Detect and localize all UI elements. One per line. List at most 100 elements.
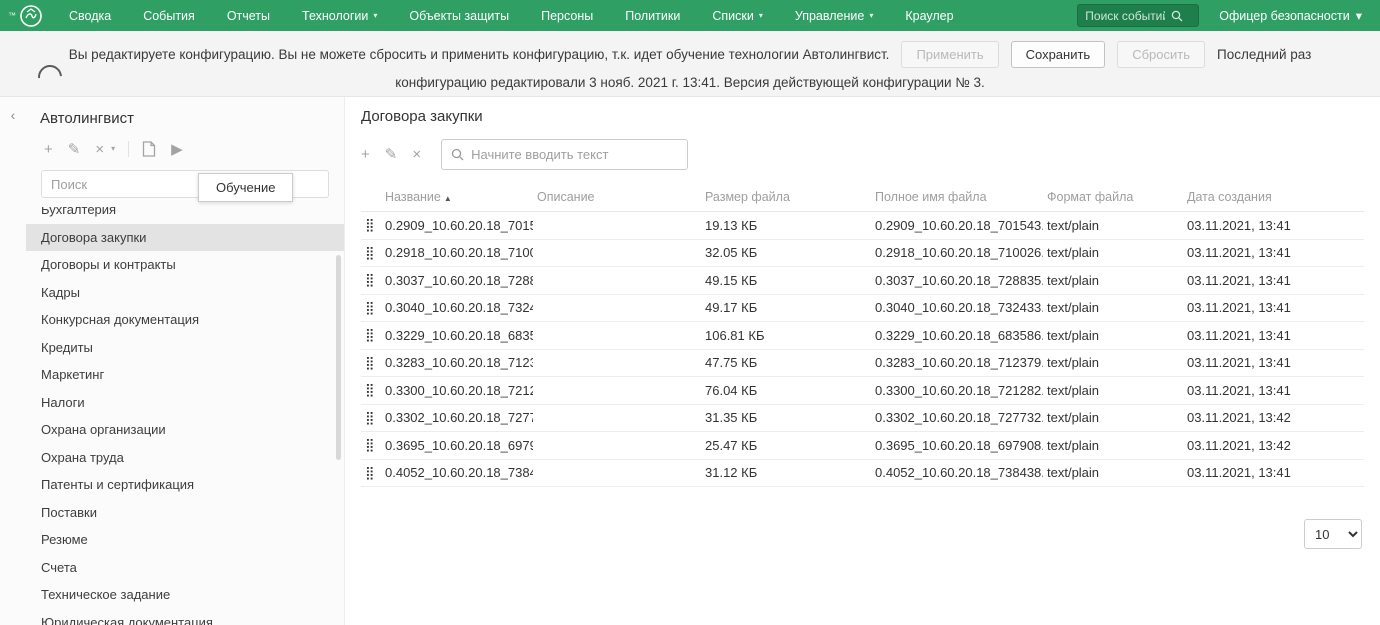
drag-handle-icon[interactable]: ⣿ — [361, 266, 381, 295]
cell-created: 03.11.2021, 13:41 — [1183, 321, 1364, 350]
sidebar-category-item[interactable]: Кадры — [26, 279, 344, 307]
table-row[interactable]: ⣿ 0.3040_10.60.20.18_7324 49.17 КБ 0.304… — [361, 294, 1364, 322]
table-row[interactable]: ⣿ 0.2918_10.60.20.18_7100 32.05 КБ 0.291… — [361, 239, 1364, 267]
sidebar-category-item[interactable]: Охрана труда — [26, 444, 344, 472]
drag-handle-icon[interactable]: ⣿ — [361, 239, 381, 267]
collapse-sidebar-button[interactable]: ‹ — [0, 97, 26, 625]
sidebar: Автолингвист + ✎ × ▾ ▶ Обучение Бухгалте… — [26, 97, 344, 625]
events-search-input[interactable] — [1085, 8, 1166, 23]
sidebar-category-item[interactable]: Резюме — [26, 526, 344, 554]
delete-icon[interactable]: × — [412, 147, 421, 162]
edit-icon[interactable]: ✎ — [385, 147, 398, 162]
cell-description — [533, 294, 701, 322]
sidebar-category-item[interactable]: Договоры и контракты — [26, 251, 344, 279]
sidebar-category-item[interactable]: Кредиты — [26, 334, 344, 362]
tm-mark: ™ — [8, 11, 16, 20]
sidebar-scrollbar[interactable] — [336, 255, 341, 460]
sidebar-category-item[interactable]: Маркетинг — [26, 361, 344, 389]
app-logo[interactable]: ™ — [0, 0, 53, 31]
cell-name: 0.3302_10.60.20.18_7277 — [381, 404, 533, 432]
table-search[interactable] — [441, 139, 689, 170]
config-banner: Вы редактируете конфигурацию. Вы не може… — [0, 31, 1380, 97]
nav-item[interactable]: Отчеты — [211, 0, 286, 31]
cell-name: 0.3229_10.60.20.18_6835 — [381, 321, 533, 350]
cell-description — [533, 266, 701, 295]
cell-created: 03.11.2021, 13:41 — [1183, 211, 1364, 240]
table-row[interactable]: ⣿ 0.3283_10.60.20.18_7123 47.75 КБ 0.328… — [361, 349, 1364, 377]
nav-item[interactable]: Сводка — [53, 0, 127, 31]
nav-item[interactable]: Политики — [609, 0, 696, 31]
document-icon[interactable] — [142, 141, 156, 157]
nav-item[interactable]: Персоны — [525, 0, 609, 31]
table-row[interactable]: ⣿ 0.3695_10.60.20.18_6979 25.47 КБ 0.369… — [361, 431, 1364, 460]
cell-full-name: 0.3302_10.60.20.18_727732. — [871, 404, 1043, 432]
events-search[interactable] — [1077, 4, 1200, 27]
drag-handle-icon[interactable]: ⣿ — [361, 211, 381, 240]
column-header-format[interactable]: Формат файла — [1043, 183, 1183, 212]
drag-handle-icon[interactable]: ⣿ — [361, 431, 381, 460]
column-header-name[interactable]: Название ▲ — [381, 183, 533, 212]
sidebar-category-item[interactable]: Техническое задание — [26, 581, 344, 609]
chevron-down-icon: ▾ — [869, 11, 874, 20]
cell-created: 03.11.2021, 13:41 — [1183, 349, 1364, 377]
delete-icon[interactable]: × — [95, 142, 104, 157]
cell-format: text/plain — [1043, 376, 1183, 405]
training-tooltip: Обучение — [198, 173, 294, 202]
cell-full-name: 0.3300_10.60.20.18_721282. — [871, 376, 1043, 405]
cell-format: text/plain — [1043, 404, 1183, 432]
table-row[interactable]: ⣿ 0.3037_10.60.20.18_7288 49.15 КБ 0.303… — [361, 266, 1364, 295]
drag-handle-icon[interactable]: ⣿ — [361, 459, 381, 487]
table-row[interactable]: ⣿ 0.2909_10.60.20.18_7015 19.13 КБ 0.290… — [361, 211, 1364, 240]
sidebar-category-item[interactable]: Конкурсная документация — [26, 306, 344, 334]
sidebar-category-item[interactable]: Патенты и сертификация — [26, 471, 344, 499]
drag-handle-icon[interactable]: ⣿ — [361, 376, 381, 405]
banner-last-label: Последний раз — [1217, 47, 1312, 62]
column-header-created[interactable]: Дата создания — [1183, 183, 1364, 212]
drag-handle-icon[interactable]: ⣿ — [361, 349, 381, 377]
page-size-select[interactable]: 10 — [1304, 519, 1362, 549]
cell-description — [533, 321, 701, 350]
nav-item[interactable]: Списки ▾ — [696, 0, 779, 31]
cell-size: 49.17 КБ — [701, 294, 871, 322]
cell-full-name: 0.3040_10.60.20.18_732433. — [871, 294, 1043, 322]
nav-right: Офицер безопасности ▾ — [1077, 0, 1380, 31]
table-row[interactable]: ⣿ 0.3229_10.60.20.18_6835 106.81 КБ 0.32… — [361, 321, 1364, 350]
sidebar-category-item[interactable]: Договора закупки — [26, 223, 344, 251]
cell-description — [533, 431, 701, 460]
more-actions-icon[interactable]: ▾ — [111, 145, 115, 153]
nav-item[interactable]: Технологии ▾ — [286, 0, 393, 31]
drag-handle-icon[interactable]: ⣿ — [361, 404, 381, 432]
nav-item[interactable]: События — [127, 0, 211, 31]
sidebar-category-item[interactable]: Охрана организации — [26, 416, 344, 444]
search-icon — [451, 148, 464, 161]
table-search-input[interactable] — [471, 147, 679, 162]
cell-size: 49.15 КБ — [701, 266, 871, 295]
drag-handle-icon[interactable]: ⣿ — [361, 321, 381, 350]
column-header-full-name[interactable]: Полное имя файла — [871, 183, 1043, 212]
table-row[interactable]: ⣿ 0.3300_10.60.20.18_7212 76.04 КБ 0.330… — [361, 376, 1364, 405]
table-row[interactable]: ⣿ 0.3302_10.60.20.18_7277 31.35 КБ 0.330… — [361, 404, 1364, 432]
edit-icon[interactable]: ✎ — [68, 142, 81, 157]
nav-item[interactable]: Краулер — [889, 0, 969, 31]
pagination: 10 — [361, 519, 1364, 549]
cell-full-name: 0.3229_10.60.20.18_683586. — [871, 321, 1043, 350]
add-icon[interactable]: + — [361, 147, 370, 162]
sidebar-category-item[interactable]: Юридическая документация — [26, 609, 344, 625]
nav-item[interactable]: Управление ▾ — [779, 0, 890, 31]
sidebar-category-item[interactable]: Поставки — [26, 499, 344, 527]
nav-item[interactable]: Объекты защиты — [393, 0, 525, 31]
cell-full-name: 0.2909_10.60.20.18_701543. — [871, 211, 1043, 240]
chevron-left-icon: ‹ — [10, 107, 16, 123]
save-button[interactable]: Сохранить — [1010, 41, 1106, 68]
sidebar-category-item[interactable]: Счета — [26, 554, 344, 582]
drag-handle-icon[interactable]: ⣿ — [361, 294, 381, 322]
add-icon[interactable]: + — [44, 142, 53, 157]
sidebar-category-item[interactable]: Налоги — [26, 389, 344, 417]
cell-size: 19.13 КБ — [701, 211, 871, 240]
column-header-size[interactable]: Размер файла — [701, 183, 871, 212]
sidebar-category-item[interactable]: Бухгалтерия — [26, 207, 344, 224]
user-menu[interactable]: Офицер безопасности ▾ — [1199, 0, 1380, 31]
table-row[interactable]: ⣿ 0.4052_10.60.20.18_7384 31.12 КБ 0.405… — [361, 459, 1364, 487]
train-run-icon[interactable]: ▶ — [171, 142, 183, 157]
column-header-description[interactable]: Описание — [533, 183, 701, 212]
